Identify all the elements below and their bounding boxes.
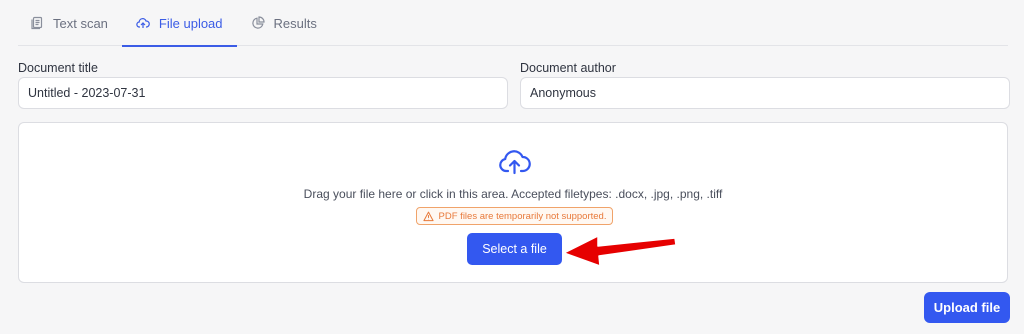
select-file-button[interactable]: Select a file	[467, 233, 562, 265]
tab-bar: Text scan File upload Results	[18, 0, 1008, 47]
pdf-warning-badge: PDF files are temporarily not supported.	[416, 207, 613, 225]
tab-results[interactable]: Results	[237, 0, 331, 46]
tab-label: Results	[273, 15, 317, 31]
document-author-label: Document author	[520, 61, 616, 75]
cloud-upload-icon	[136, 18, 150, 28]
pie-chart-icon	[251, 16, 265, 29]
pdf-warning-text: PDF files are temporarily not supported.	[438, 210, 607, 222]
tab-label: Text scan	[53, 15, 108, 31]
file-drop-zone[interactable]: Drag your file here or click in this are…	[18, 122, 1008, 283]
drop-zone-instructions: Drag your file here or click in this are…	[303, 187, 723, 201]
document-title-input[interactable]	[18, 77, 508, 109]
tab-label: File upload	[158, 15, 223, 31]
document-author-input[interactable]	[520, 77, 1010, 109]
tab-file-upload[interactable]: File upload	[121, 0, 237, 47]
document-stack-icon	[31, 16, 43, 30]
tab-text-scan[interactable]: Text scan	[18, 0, 122, 46]
warning-triangle-icon	[422, 211, 434, 221]
upload-file-button[interactable]: Upload file	[924, 292, 1010, 323]
cloud-upload-icon	[499, 150, 531, 175]
document-title-label: Document title	[18, 61, 98, 75]
annotation-arrow	[563, 235, 677, 267]
